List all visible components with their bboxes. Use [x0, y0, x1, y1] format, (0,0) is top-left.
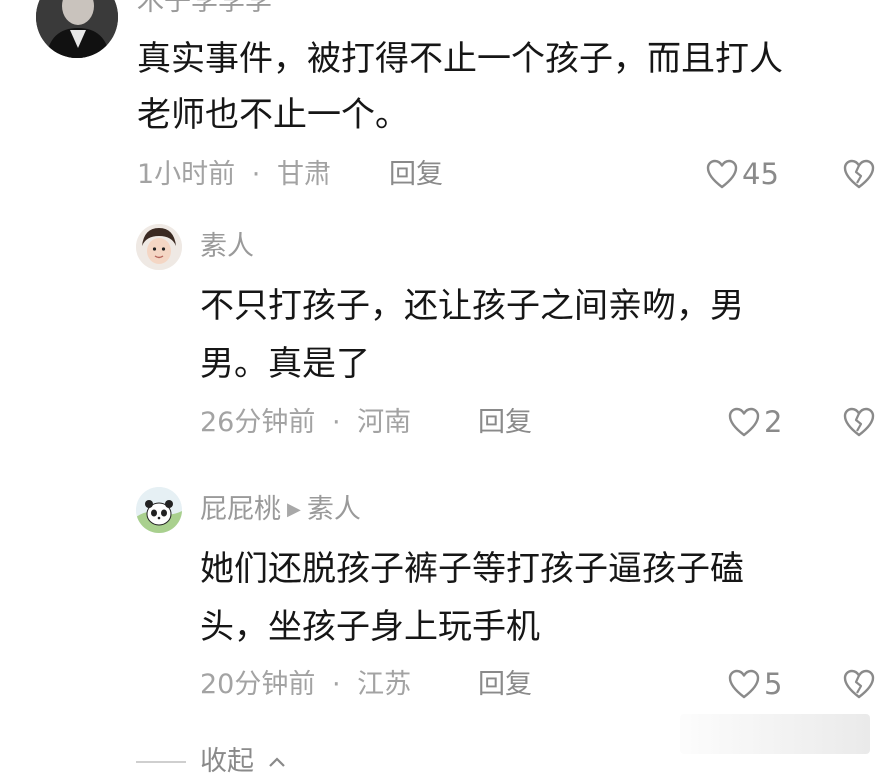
reply-button[interactable]: 回复	[478, 406, 532, 440]
comment-time: 20分钟前	[200, 669, 316, 700]
like-count: 5	[764, 667, 783, 701]
comment-meta: 20分钟前 · 江苏	[200, 668, 411, 702]
comment-text: 她们还脱孩子裤子等打孩子逼孩子磕	[200, 549, 744, 589]
comment-username[interactable]: 素人	[200, 231, 254, 263]
broken-heart-icon	[843, 669, 875, 699]
like-button[interactable]: 5	[728, 667, 782, 701]
broken-heart-icon	[843, 407, 875, 437]
divider	[136, 761, 186, 763]
like-button[interactable]: 2	[728, 405, 782, 439]
like-button[interactable]: 45	[706, 157, 779, 191]
heart-outline-icon	[706, 159, 738, 189]
like-count: 2	[764, 405, 783, 439]
comment-text: 真实事件，被打得不止一个孩子，而且打人	[137, 39, 783, 79]
comment-text: 头，坐孩子身上玩手机	[200, 607, 540, 647]
dislike-button[interactable]	[842, 159, 876, 193]
watermark	[680, 714, 870, 754]
like-count: 45	[742, 157, 779, 191]
comment-meta: 1小时前 · 甘肃	[137, 158, 331, 192]
comment-meta: 26分钟前 · 河南	[200, 406, 411, 440]
heart-outline-icon	[728, 407, 760, 437]
collapse-replies-button[interactable]: 收起	[136, 747, 286, 777]
meta-separator: ·	[331, 669, 341, 700]
avatar-image	[36, 0, 118, 58]
avatar-image	[136, 487, 182, 533]
comment-location: 甘肃	[276, 159, 331, 190]
comment-location: 河南	[357, 407, 412, 438]
triangle-right-icon: ▶	[287, 499, 301, 520]
collapse-label: 收起	[200, 746, 254, 777]
broken-heart-icon	[843, 159, 875, 189]
meta-separator: ·	[251, 159, 261, 190]
reply-button[interactable]: 回复	[478, 668, 532, 702]
heart-outline-icon	[728, 669, 760, 699]
comment-location: 江苏	[357, 669, 412, 700]
meta-separator: ·	[331, 407, 341, 438]
comment-text: 男。真是了	[200, 344, 370, 384]
reply-target[interactable]: 素人	[307, 494, 361, 525]
reply-button[interactable]: 回复	[389, 158, 443, 192]
comment-time: 26分钟前	[200, 407, 316, 438]
comment-username: 屁屁桃 ▶ 素人	[200, 494, 361, 526]
comment-text: 不只打孩子，还让孩子之间亲吻，男	[200, 286, 744, 326]
avatar[interactable]	[136, 224, 182, 270]
comment-time: 1小时前	[137, 159, 236, 190]
avatar[interactable]	[136, 487, 182, 533]
avatar[interactable]	[36, 0, 118, 58]
comment-username[interactable]: 木子李李李	[137, 0, 272, 18]
comment-text: 老师也不止一个。	[137, 95, 409, 135]
reply-author[interactable]: 屁屁桃	[200, 494, 281, 525]
dislike-button[interactable]	[842, 669, 876, 703]
chevron-up-icon	[269, 757, 285, 767]
avatar-image	[136, 224, 182, 270]
dislike-button[interactable]	[842, 407, 876, 441]
